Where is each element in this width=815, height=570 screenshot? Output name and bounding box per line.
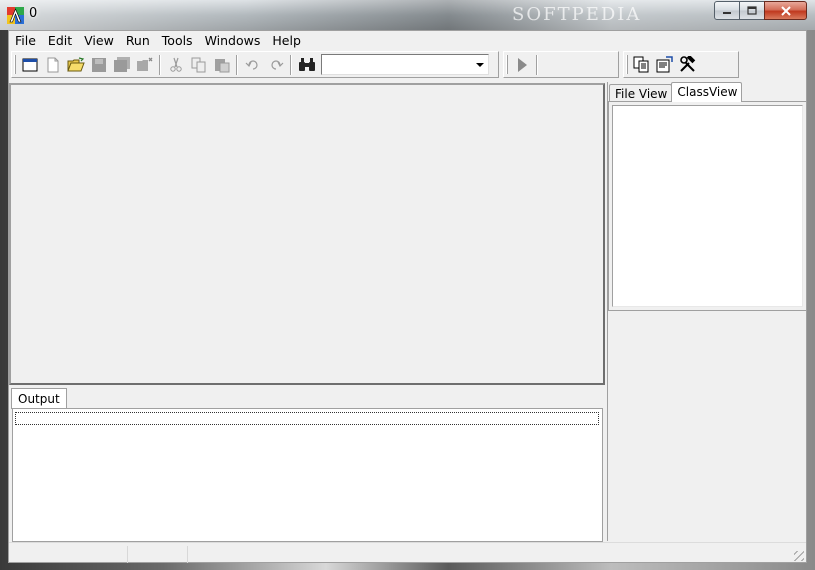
minimize-icon bbox=[723, 11, 731, 14]
menu-file[interactable]: File bbox=[9, 31, 42, 50]
workspace-tabs: File View ClassView bbox=[609, 82, 743, 102]
paste-button[interactable] bbox=[210, 54, 233, 76]
toolbar-separator bbox=[536, 54, 538, 75]
cut-button[interactable] bbox=[164, 54, 187, 76]
save-all-icon bbox=[113, 56, 130, 72]
menu-tools[interactable]: Tools bbox=[156, 31, 199, 50]
toolbar-grip[interactable] bbox=[626, 55, 628, 74]
resize-grip[interactable] bbox=[794, 551, 804, 561]
title-bar[interactable]: 0 SOFTPEDIA bbox=[0, 0, 815, 30]
copy-button[interactable] bbox=[187, 54, 210, 76]
search-combobox[interactable] bbox=[321, 54, 489, 75]
menu-edit[interactable]: Edit bbox=[42, 31, 78, 50]
editor-area[interactable] bbox=[9, 83, 605, 385]
standard-toolbar bbox=[11, 51, 499, 78]
save-all-button[interactable] bbox=[110, 54, 133, 76]
new-window-icon bbox=[22, 58, 37, 71]
class-view-frame bbox=[608, 101, 807, 311]
menu-view[interactable]: View bbox=[78, 31, 120, 50]
close-button[interactable] bbox=[764, 1, 807, 20]
toolbar-grip[interactable] bbox=[14, 55, 16, 74]
maximize-button[interactable] bbox=[739, 1, 765, 20]
close-folder-icon bbox=[136, 57, 152, 71]
status-bar bbox=[9, 542, 806, 563]
cut-icon bbox=[169, 57, 182, 72]
properties-button[interactable] bbox=[653, 54, 676, 76]
output-tabs: Output bbox=[11, 388, 67, 409]
copy-docs-icon bbox=[633, 56, 649, 73]
app-icon bbox=[7, 7, 24, 24]
main-window: File Edit View Run Tools Windows Help Fi… bbox=[8, 30, 807, 563]
redo-icon bbox=[270, 59, 283, 70]
menu-bar: File Edit View Run Tools Windows Help bbox=[9, 31, 806, 50]
window-title: 0 bbox=[29, 6, 38, 21]
minimize-button[interactable] bbox=[714, 1, 740, 20]
properties-icon bbox=[656, 56, 673, 73]
tab-output[interactable]: Output bbox=[11, 388, 67, 409]
window-controls bbox=[714, 1, 807, 20]
toolbar-separator bbox=[290, 54, 292, 75]
undo-icon bbox=[245, 59, 258, 70]
status-pane bbox=[187, 546, 197, 563]
tab-class-view[interactable]: ClassView bbox=[671, 82, 743, 102]
paste-icon bbox=[214, 58, 229, 72]
toolbar-grip[interactable] bbox=[506, 55, 508, 74]
find-binoculars-icon bbox=[298, 57, 315, 71]
open-button[interactable] bbox=[64, 54, 87, 76]
undo-button[interactable] bbox=[241, 54, 264, 76]
toolbar-separator bbox=[159, 54, 161, 75]
build-tools-icon bbox=[680, 56, 696, 72]
tools-toolbar bbox=[623, 51, 739, 78]
save-icon bbox=[91, 57, 106, 72]
build-tools-button[interactable] bbox=[676, 54, 699, 76]
class-view-tree[interactable] bbox=[612, 105, 803, 307]
redo-button[interactable] bbox=[264, 54, 287, 76]
save-button[interactable] bbox=[87, 54, 110, 76]
maximize-icon bbox=[747, 6, 757, 15]
copy-icon bbox=[191, 57, 205, 72]
menu-run[interactable]: Run bbox=[120, 31, 156, 50]
run-toolbar bbox=[503, 51, 619, 78]
new-file-icon bbox=[47, 57, 58, 72]
run-button[interactable] bbox=[510, 54, 533, 76]
copy-docs-button[interactable] bbox=[630, 54, 653, 76]
menu-windows[interactable]: Windows bbox=[199, 31, 267, 50]
menu-help[interactable]: Help bbox=[266, 31, 307, 50]
watermark: SOFTPEDIA bbox=[512, 4, 642, 25]
toolbar-separator bbox=[236, 54, 238, 75]
output-focus-line bbox=[15, 412, 599, 425]
tab-file-view[interactable]: File View bbox=[609, 84, 673, 102]
new-window-button[interactable] bbox=[18, 54, 41, 76]
status-pane bbox=[127, 546, 187, 563]
workspace-panel: File View ClassView bbox=[607, 82, 807, 541]
close-icon bbox=[780, 5, 791, 16]
open-folder-icon bbox=[66, 56, 85, 71]
output-panel[interactable] bbox=[12, 408, 603, 542]
chevron-down-icon[interactable] bbox=[476, 63, 484, 67]
close-project-button[interactable] bbox=[133, 54, 156, 76]
new-file-button[interactable] bbox=[41, 54, 64, 76]
play-icon bbox=[517, 57, 527, 72]
find-button[interactable] bbox=[295, 54, 318, 76]
